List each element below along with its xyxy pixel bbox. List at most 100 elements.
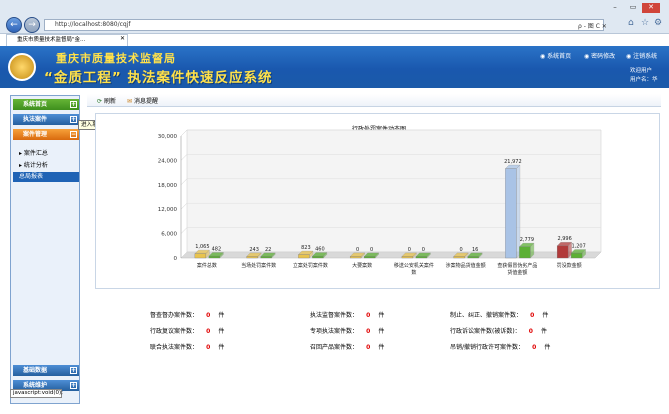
message-icon: ✉ <box>127 98 133 105</box>
stats-panel: 督查督办案件数： 0 件执法监督案件数： 0 件制止、纠正、撤销案件数： 0 件… <box>150 300 590 360</box>
stat-label: 督查督办案件数： <box>150 312 199 319</box>
stat-label: 行政复议案件数： <box>150 328 199 335</box>
grid-line-diag <box>180 129 188 137</box>
chart-back-wall <box>186 129 602 253</box>
password-link[interactable]: ◉ 密码修改 <box>584 51 615 60</box>
app-title-line2: “金质工程” 执法案件快速反应系统 <box>44 70 273 86</box>
url-text: http://localhost:8080/cqjf <box>55 21 131 28</box>
x-tick-label: 数 <box>411 269 416 276</box>
sidebar-subitem-summary[interactable]: ▸ 案件汇总 <box>19 148 48 157</box>
stat-item: 执法监督案件数： 0 件 <box>310 310 384 319</box>
stat-item: 专项执法案件数： 0 件 <box>310 326 384 335</box>
sidebar-subitem-report[interactable]: 总局报表 <box>13 172 79 182</box>
bar-value-label: 16 <box>472 247 478 253</box>
x-tick-label: 当场处罚案件数 <box>241 262 276 269</box>
x-tick-label: 移送公安机关案件 <box>394 262 434 269</box>
expand-icon[interactable]: + <box>70 367 77 374</box>
bar <box>298 254 310 259</box>
y-tick-label: 24,000 <box>158 158 178 164</box>
y-tick-label: 0 <box>174 256 178 262</box>
stat-value[interactable]: 0 <box>364 312 372 319</box>
stat-value[interactable]: 0 <box>530 344 538 351</box>
sidebar-item-basic-data[interactable]: 基础数据 + <box>13 365 79 376</box>
stat-unit: 件 <box>544 344 551 351</box>
sidebar-item-home[interactable]: 系统首页 + <box>13 99 79 110</box>
bar <box>363 256 376 259</box>
notify-button[interactable]: ✉ 消息提醒 <box>127 96 158 105</box>
stat-label: 执法监督案件数： <box>310 312 359 319</box>
stat-value[interactable]: 0 <box>527 328 535 335</box>
user-name-text: 用户名：华 <box>630 77 658 83</box>
home-link[interactable]: ◉ 系统首页 <box>540 51 571 60</box>
stat-value[interactable]: 0 <box>364 344 372 351</box>
main-toolbar: ⟳ 刷新 ✉ 消息提醒 <box>87 94 661 107</box>
bar-value-label: 2,996 <box>557 236 571 242</box>
grid-line-diag <box>180 154 188 161</box>
back-button[interactable]: ← <box>6 17 22 33</box>
grid-line-diag <box>180 178 188 185</box>
expand-icon[interactable]: + <box>70 101 77 108</box>
expand-icon[interactable]: + <box>70 116 77 123</box>
y-tick-label: 18,000 <box>158 183 178 189</box>
settings-icon[interactable]: ⚙ <box>654 18 662 28</box>
stat-unit: 件 <box>542 312 549 319</box>
x-tick-label: 案件总数 <box>197 262 217 269</box>
stat-value[interactable]: 0 <box>204 344 212 351</box>
y-tick-label: 6,000 <box>161 232 177 238</box>
sidebar-item-enforce[interactable]: 执法案件 + <box>13 114 79 125</box>
bar-value-label: 2,779 <box>520 237 534 243</box>
collapse-icon[interactable]: − <box>70 131 77 138</box>
status-bar-url: javascript:void(0); <box>10 389 63 398</box>
emblem-icon <box>8 53 36 81</box>
stat-item: 联合执法案件数： 0 件 <box>150 342 224 351</box>
stat-label: 吊销/撤销行政许可案件数： <box>450 344 525 351</box>
x-tick-label: 查获假冒伪劣产品 <box>497 262 537 269</box>
browser-tab[interactable]: 重庆市质量技术监督局"金... <box>6 34 128 46</box>
expand-icon[interactable]: + <box>70 382 77 389</box>
stat-unit: 件 <box>378 344 385 351</box>
stat-unit: 件 <box>378 312 385 319</box>
minimize-button[interactable]: – <box>606 3 624 13</box>
stat-label: 行政诉讼案件数(被诉数)： <box>450 328 521 335</box>
bar <box>415 256 428 259</box>
maximize-button[interactable]: ▭ <box>624 3 642 13</box>
stat-item: 行政诉讼案件数(被诉数)： 0 件 <box>450 326 547 335</box>
sidebar-item-case-mgmt[interactable]: 案件管理 − <box>13 129 79 140</box>
bar <box>312 255 324 259</box>
sidebar-subitem-analysis[interactable]: ▸ 统计分析 <box>19 160 48 169</box>
bar <box>556 245 569 259</box>
bar-value-label: 1,207 <box>571 243 585 249</box>
bar-value-label: 823 <box>301 245 311 251</box>
close-button[interactable]: ✕ <box>642 3 660 13</box>
bar <box>208 255 221 259</box>
stat-item: 制止、纠正、撤销案件数： 0 件 <box>450 310 548 319</box>
address-bar[interactable]: http://localhost:8080/cqjf <box>44 19 604 31</box>
window-controls: – ▭ ✕ <box>606 3 666 13</box>
logout-link[interactable]: ◉ 注销系统 <box>626 51 657 60</box>
stat-item: 召回产品案件数： 0 件 <box>310 342 384 351</box>
stat-value[interactable]: 0 <box>528 312 536 319</box>
refresh-button[interactable]: ⟳ 刷新 <box>97 96 116 105</box>
bar-value-label: 21,972 <box>504 159 522 165</box>
stat-value[interactable]: 0 <box>364 328 372 335</box>
bar <box>519 246 531 259</box>
bar <box>246 256 258 259</box>
stat-value[interactable]: 0 <box>204 328 212 335</box>
stat-unit: 件 <box>378 328 385 335</box>
home-icon[interactable]: ⌂ <box>628 18 634 28</box>
stat-item: 吊销/撤销行政许可案件数： 0 件 <box>450 342 550 351</box>
address-bar-controls[interactable]: ρ - 图 C ✕ <box>578 21 607 30</box>
y-tick-label: 12,000 <box>158 207 178 213</box>
bar-value-label: 22 <box>265 247 271 253</box>
bar-side <box>516 164 521 259</box>
tab-close-icon[interactable]: ✕ <box>120 35 125 42</box>
welcome-text: 欢迎用户 <box>630 68 653 74</box>
stat-value[interactable]: 0 <box>204 312 212 319</box>
bar-value-label: 0 <box>356 247 359 253</box>
grid-line-diag <box>180 203 188 210</box>
favorites-icon[interactable]: ☆ <box>641 18 649 28</box>
bar <box>570 252 583 259</box>
stat-label: 制止、纠正、撤销案件数： <box>450 312 523 319</box>
forward-button[interactable]: → <box>24 17 40 33</box>
bar-value-label: 0 <box>408 247 411 253</box>
